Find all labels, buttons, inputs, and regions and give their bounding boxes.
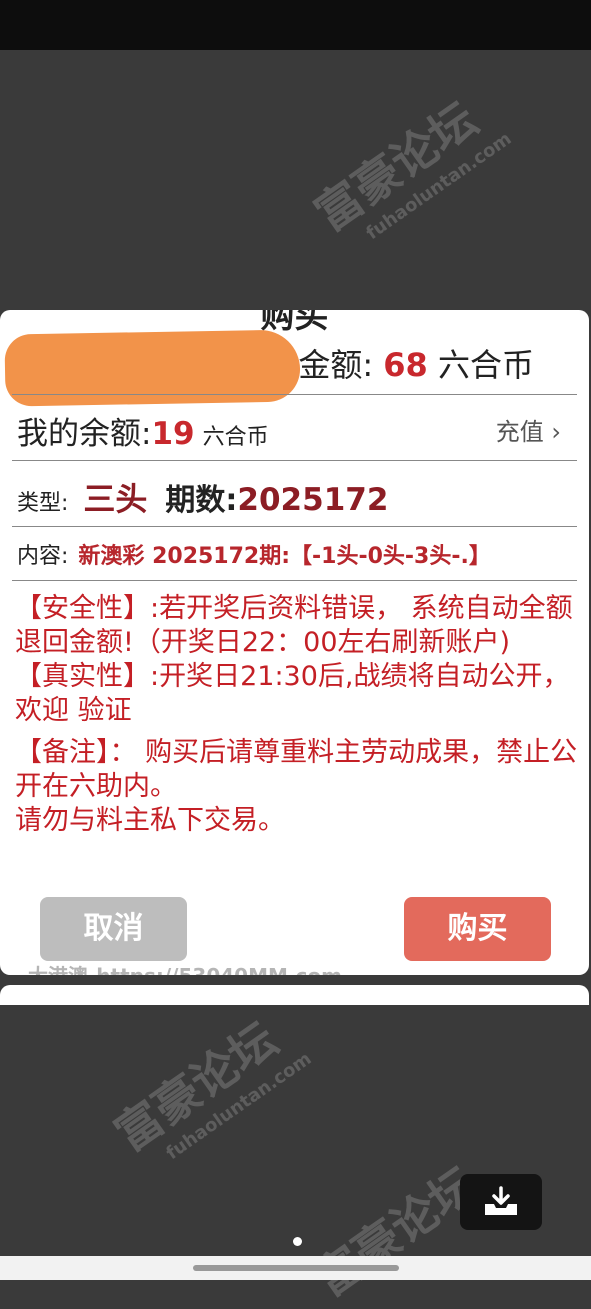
amount-value: 68 — [383, 346, 428, 384]
download-button[interactable] — [460, 1174, 542, 1230]
type-label: 类型: — [17, 491, 76, 516]
divider — [12, 580, 577, 581]
top-bar — [0, 0, 591, 50]
note-safety: 【安全性】:若开奖后资料错误， 系统自动全额退回金额!（开奖日22：00左右刷新… — [15, 593, 573, 658]
balance-row: 我的余额:19 六合币 — [17, 408, 269, 453]
notes-block: 【安全性】:若开奖后资料错误， 系统自动全额退回金额!（开奖日22：00左右刷新… — [15, 592, 579, 838]
content-row: 内容: 新澳彩 2025172期:【-1头-0头-3头-.】 — [17, 538, 491, 570]
period-value: 2025172 — [237, 482, 389, 518]
page-indicator-dot — [293, 1237, 302, 1246]
amount-unit: 六合币 — [427, 346, 534, 384]
balance-value: 19 — [151, 416, 195, 452]
download-icon — [485, 1186, 517, 1215]
balance-unit: 六合币 — [202, 425, 269, 450]
divider — [12, 526, 577, 527]
purchase-dialog: 购买 金额: 68 六合币 我的余额:19 六合币 充值 › 类型: 三头 期数:2… — [0, 310, 589, 975]
period-label: 期数: — [165, 483, 238, 518]
type-row: 类型: 三头 期数:2025172 — [17, 474, 388, 520]
balance-label: 我的余额: — [17, 416, 152, 452]
next-card-edge — [0, 985, 589, 1005]
buy-button[interactable]: 购买 — [404, 897, 551, 961]
content-label: 内容: — [17, 544, 69, 569]
amount-row: 金额: 68 六合币 — [298, 340, 534, 386]
note-remark: 【备注】： 购买后请尊重料主劳动成果，禁止公开在六助内。 — [15, 737, 578, 802]
amount-label: 金额: — [298, 346, 384, 384]
content-value: 新澳彩 2025172期:【-1头-0头-3头-.】 — [78, 544, 491, 569]
site-watermark: 大港澳-https://53040MM.com — [28, 960, 342, 975]
divider — [12, 394, 577, 395]
note-private-trade: 请勿与料主私下交易。 — [15, 805, 285, 836]
watermark: 富豪论坛 fuhaoluntan.com — [105, 1011, 316, 1165]
divider — [12, 460, 577, 461]
watermark: 富豪论坛 — [305, 1156, 487, 1307]
watermark: 富豪论坛 fuhaoluntan.com — [305, 91, 516, 245]
cancel-button[interactable]: 取消 — [40, 897, 187, 961]
recharge-link[interactable]: 充值 › — [496, 412, 561, 447]
home-indicator[interactable] — [193, 1265, 399, 1271]
type-value: 三头 — [83, 480, 148, 518]
note-authenticity: 【真实性】:开奖日21:30后,战绩将自动公开，欢迎 验证 — [15, 661, 570, 726]
